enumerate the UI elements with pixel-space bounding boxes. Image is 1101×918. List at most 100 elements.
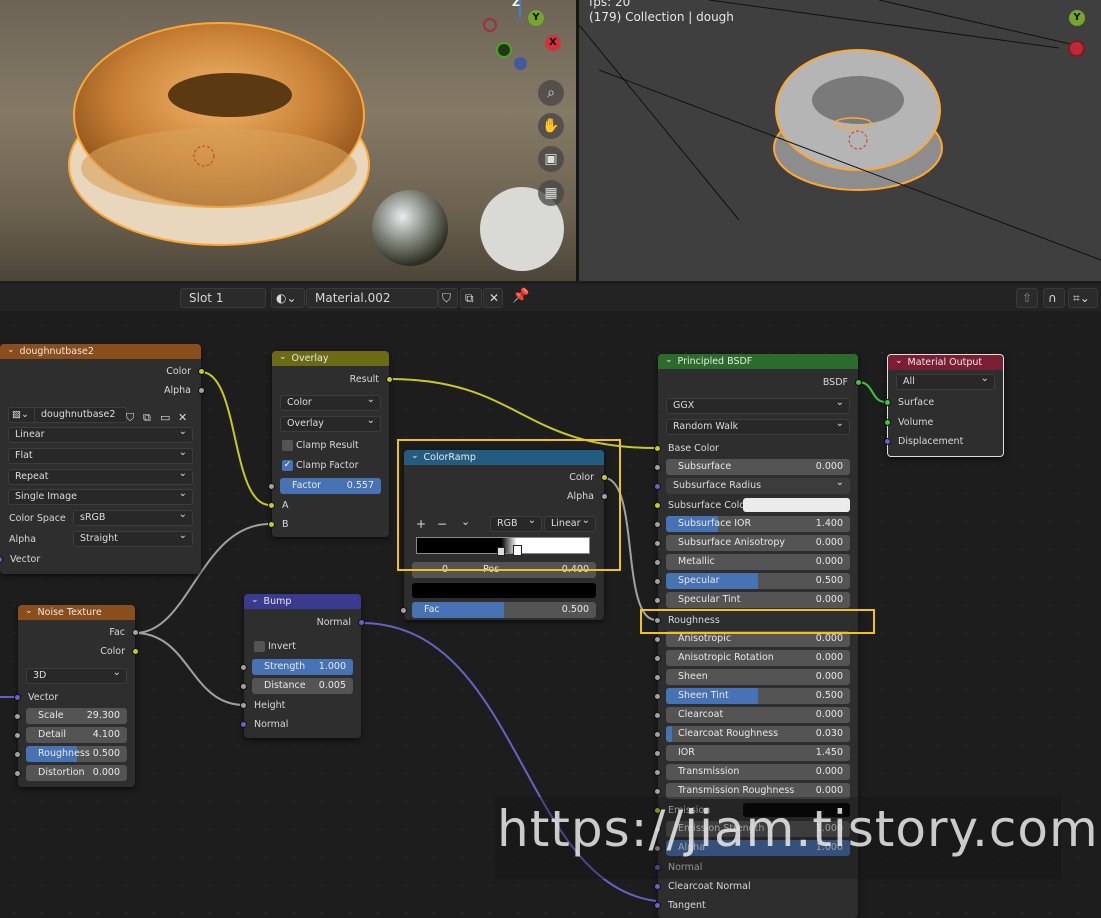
sss-aniso-socket[interactable] — [654, 540, 661, 547]
noise-fac-socket[interactable] — [132, 629, 139, 636]
bump-invert-checkbox[interactable] — [254, 641, 265, 652]
clamp-factor-row[interactable]: ✓ Clamp Factor — [272, 456, 389, 475]
displacement-socket[interactable] — [884, 438, 891, 445]
sheen-socket[interactable] — [654, 674, 661, 681]
subsurface-color-socket[interactable] — [654, 502, 661, 509]
noise-detail-slider[interactable]: Detail 4.100 — [26, 727, 127, 743]
sheen-tint-socket[interactable] — [654, 693, 661, 700]
cc-roughness-slider[interactable]: Clearcoat Roughness 0.030 — [666, 726, 850, 742]
bump-strength-socket[interactable] — [240, 664, 247, 671]
noise-dimensions-dropdown[interactable]: 3D — [26, 666, 127, 684]
subsurface-radius-socket[interactable] — [654, 483, 661, 490]
image-open-folder-icon[interactable]: ▭ — [160, 408, 170, 427]
sss-ior-slider[interactable]: Subsurface IOR 1.400 — [666, 516, 850, 532]
surface-socket[interactable] — [884, 399, 891, 406]
subsurface-color-swatch[interactable] — [743, 498, 850, 512]
bump-node[interactable]: Bump Normal Invert Strength1.000 Distanc… — [240, 594, 365, 738]
clearcoat-socket[interactable] — [654, 712, 661, 719]
transmission-socket[interactable] — [654, 769, 661, 776]
material-name-field[interactable]: Material.002 — [306, 288, 438, 308]
metallic-slider[interactable]: Metallic 0.000 — [666, 554, 850, 570]
overlay-b-socket[interactable] — [268, 521, 275, 528]
cc-normal-socket[interactable] — [654, 883, 661, 890]
bump-normal-in-socket[interactable] — [240, 721, 247, 728]
clearcoat-slider[interactable]: Clearcoat 0.000 — [666, 707, 850, 723]
volume-socket[interactable] — [884, 419, 891, 426]
gizmo-neg-z-icon[interactable] — [514, 57, 527, 70]
noise-vector-socket[interactable] — [14, 694, 21, 701]
bsdf-sss-method-dropdown[interactable]: Random Walk — [666, 417, 850, 435]
clamp-result-row[interactable]: Clamp Result — [272, 436, 389, 455]
snap-magnet-icon[interactable]: ∩ — [1043, 288, 1065, 308]
noise-scale-slider[interactable]: Scale 29.300 — [26, 708, 127, 724]
ortho-grid-icon[interactable]: ▦ — [538, 180, 564, 206]
alpha-mode-dropdown[interactable]: Straight — [73, 529, 193, 547]
transmission-slider[interactable]: Transmission 0.000 — [666, 764, 850, 780]
image-name-field[interactable]: doughnutbase2 — [34, 407, 127, 423]
image-texture-title[interactable]: doughnutbase2 — [0, 344, 201, 359]
gizmo-neg-x-icon[interactable] — [483, 18, 497, 32]
bump-height-socket[interactable] — [240, 702, 247, 709]
cc-roughness-socket[interactable] — [654, 731, 661, 738]
specular-tint-socket[interactable] — [654, 597, 661, 604]
image-texture-node[interactable]: doughnutbase2 Color Alpha ▨⌄ doughnutbas… — [0, 344, 205, 574]
bump-distance-socket[interactable] — [240, 683, 247, 690]
noise-roughness-slider[interactable]: Roughness 0.500 — [26, 746, 127, 762]
hand-pan-icon[interactable]: ✋ — [538, 113, 564, 139]
gizmo-y-label-right[interactable]: Y — [1069, 10, 1085, 26]
bump-strength-slider[interactable]: Strength 1.000 — [252, 659, 353, 675]
colorramp-fac-slider[interactable]: Fac 0.500 — [412, 602, 596, 618]
subsurface-socket[interactable] — [654, 464, 661, 471]
overlay-factor-slider[interactable]: Factor 0.557 — [280, 478, 381, 494]
bsdf-output-socket[interactable] — [855, 379, 862, 386]
colorramp-fac-socket[interactable] — [400, 607, 407, 614]
specular-tint-slider[interactable]: Specular Tint 0.000 — [666, 592, 850, 608]
sss-ior-socket[interactable] — [654, 521, 661, 528]
unlink-close-icon[interactable]: ✕ — [483, 288, 503, 308]
material-output-node[interactable]: Material Output All Surface Volume Displ… — [884, 354, 1004, 457]
bump-title[interactable]: Bump — [244, 594, 361, 609]
slot-dropdown[interactable]: Slot 1 — [180, 288, 266, 308]
gizmo-neg-x-icon-right[interactable] — [1068, 40, 1085, 57]
noise-title[interactable]: Noise Texture — [18, 605, 135, 620]
parent-node-tree-icon[interactable]: ⇧ — [1016, 288, 1038, 308]
material-browse-icon[interactable]: ◐⌄ — [271, 288, 305, 308]
overlay-mix-node[interactable]: Overlay Result Color Overlay Clamp Resul… — [268, 351, 393, 537]
image-color-socket[interactable] — [198, 368, 205, 375]
material-output-title[interactable]: Material Output — [888, 355, 1003, 370]
sss-aniso-slider[interactable]: Subsurface Anisotropy 0.000 — [666, 535, 850, 551]
specular-slider[interactable]: Specular 0.500 — [666, 573, 850, 589]
overlay-a-socket[interactable] — [268, 502, 275, 509]
pin-icon[interactable]: 📌 — [512, 288, 529, 304]
tangent-socket[interactable] — [654, 902, 661, 909]
clamp-result-checkbox[interactable] — [282, 440, 293, 451]
noise-color-socket[interactable] — [132, 648, 139, 655]
noise-detail-socket[interactable] — [14, 732, 21, 739]
color-space-dropdown[interactable]: sRGB — [73, 508, 193, 526]
ior-socket[interactable] — [654, 750, 661, 757]
sheen-tint-slider[interactable]: Sheen Tint 0.500 — [666, 688, 850, 704]
trans-roughness-socket[interactable] — [654, 788, 661, 795]
image-shield-icon[interactable]: ⛉ — [126, 408, 134, 427]
metallic-socket[interactable] — [654, 559, 661, 566]
aniso-rotation-slider[interactable]: Anisotropic Rotation 0.000 — [666, 650, 850, 666]
gizmo-x-label[interactable]: X — [545, 35, 561, 51]
zoom-icon[interactable]: ⌕ — [538, 80, 564, 106]
gizmo-y-label[interactable]: Y — [528, 10, 544, 26]
snap-grid-icon[interactable]: ⌗⌄ — [1068, 288, 1098, 308]
clamp-factor-checkbox[interactable]: ✓ — [282, 460, 293, 471]
bump-distance-slider[interactable]: Distance 0.005 — [252, 678, 353, 694]
image-duplicate-icon[interactable]: ⧉ — [143, 408, 151, 427]
bsdf-distribution-dropdown[interactable]: GGX — [666, 396, 850, 414]
output-target-dropdown[interactable]: All — [896, 372, 995, 390]
image-source-dropdown[interactable]: Single Image — [8, 487, 193, 505]
stop-color-swatch[interactable] — [412, 583, 596, 598]
noise-scale-socket[interactable] — [14, 713, 21, 720]
noise-roughness-socket[interactable] — [14, 751, 21, 758]
bump-invert-row[interactable]: Invert — [244, 637, 361, 656]
subsurface-slider[interactable]: Subsurface 0.000 — [666, 459, 850, 475]
image-interpolation-dropdown[interactable]: Linear — [8, 425, 193, 443]
anisotropic-socket[interactable] — [654, 636, 661, 643]
fake-user-shield-icon[interactable]: ⛉ — [438, 288, 458, 308]
image-alpha-socket[interactable] — [198, 387, 205, 394]
